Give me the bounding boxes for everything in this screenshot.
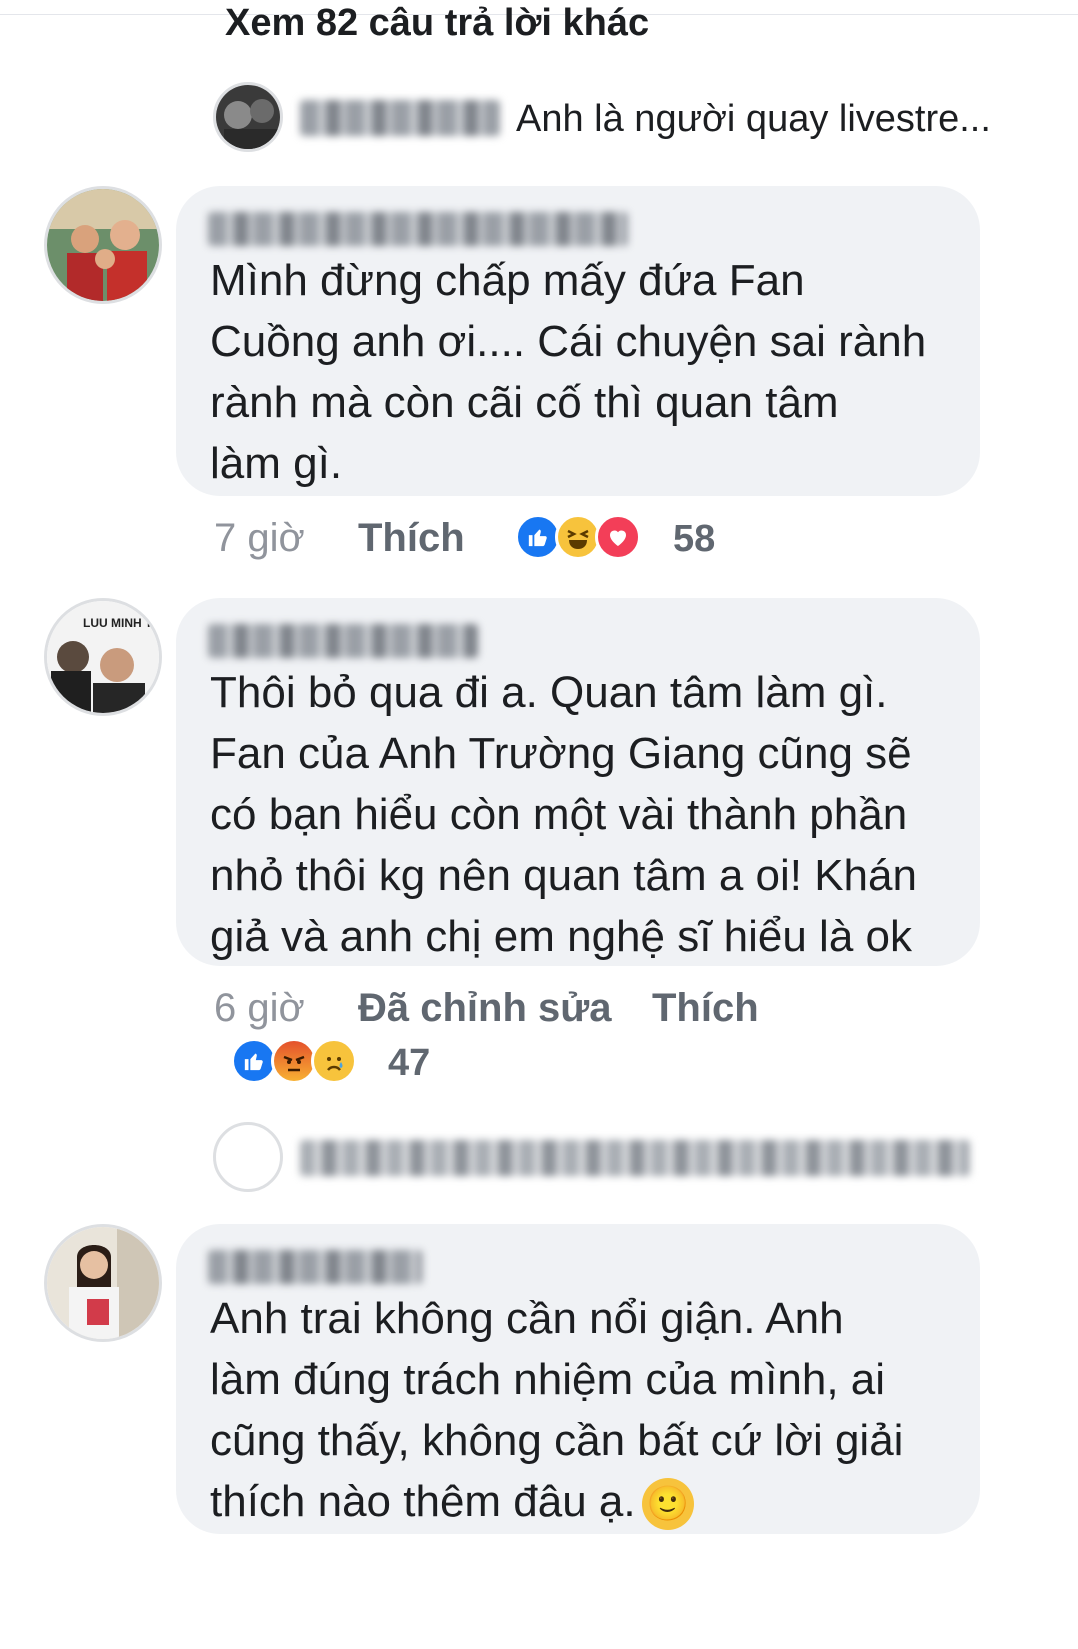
- commenter-avatar[interactable]: [44, 1224, 162, 1342]
- reactions-summary[interactable]: [515, 514, 641, 560]
- comment-timestamp[interactable]: 7 giờ: [214, 516, 305, 561]
- like-button[interactable]: Thích: [358, 516, 465, 561]
- sad-icon: [311, 1038, 357, 1084]
- reply-author-name-blurred[interactable]: [300, 100, 500, 136]
- comment-author-name-blurred[interactable]: [208, 624, 478, 658]
- reply-preview-text[interactable]: Anh là người quay livestre...: [516, 98, 991, 141]
- reaction-count[interactable]: 47: [388, 1042, 430, 1085]
- comment-text-body: Anh trai không cần nổi giận. Anh làm đún…: [210, 1294, 904, 1526]
- commenter-avatar[interactable]: LUU MINH TU: [44, 598, 162, 716]
- reply-avatar[interactable]: [213, 82, 283, 152]
- comment-text: Thôi bỏ qua đi a. Quan tâm làm gì. Fan c…: [210, 668, 917, 961]
- reaction-count[interactable]: 58: [673, 518, 715, 561]
- comment-text: Mình đừng chấp mấy đứa Fan Cuồng anh ơi.…: [210, 256, 927, 488]
- comment-author-name-blurred[interactable]: [208, 212, 628, 246]
- reactions-summary[interactable]: [231, 1038, 357, 1084]
- reply-preview-blurred[interactable]: [300, 1140, 970, 1176]
- comment-text: Anh trai không cần nổi giận. Anh làm đún…: [210, 1288, 970, 1532]
- commenter-avatar[interactable]: [44, 186, 162, 304]
- view-more-replies-link[interactable]: Xem 82 câu trả lời khác: [225, 2, 649, 42]
- reply-avatar[interactable]: [213, 1122, 283, 1192]
- edited-label[interactable]: Đã chỉnh sửa: [358, 986, 611, 1031]
- love-icon: [595, 514, 641, 560]
- comment-author-name-blurred[interactable]: [208, 1250, 422, 1284]
- svg-text:LUU MINH TU: LUU MINH TU: [83, 616, 159, 630]
- smile-emoji-icon: 🙂: [641, 1478, 694, 1531]
- comment-timestamp[interactable]: 6 giờ: [214, 986, 305, 1031]
- like-button[interactable]: Thích: [652, 986, 759, 1031]
